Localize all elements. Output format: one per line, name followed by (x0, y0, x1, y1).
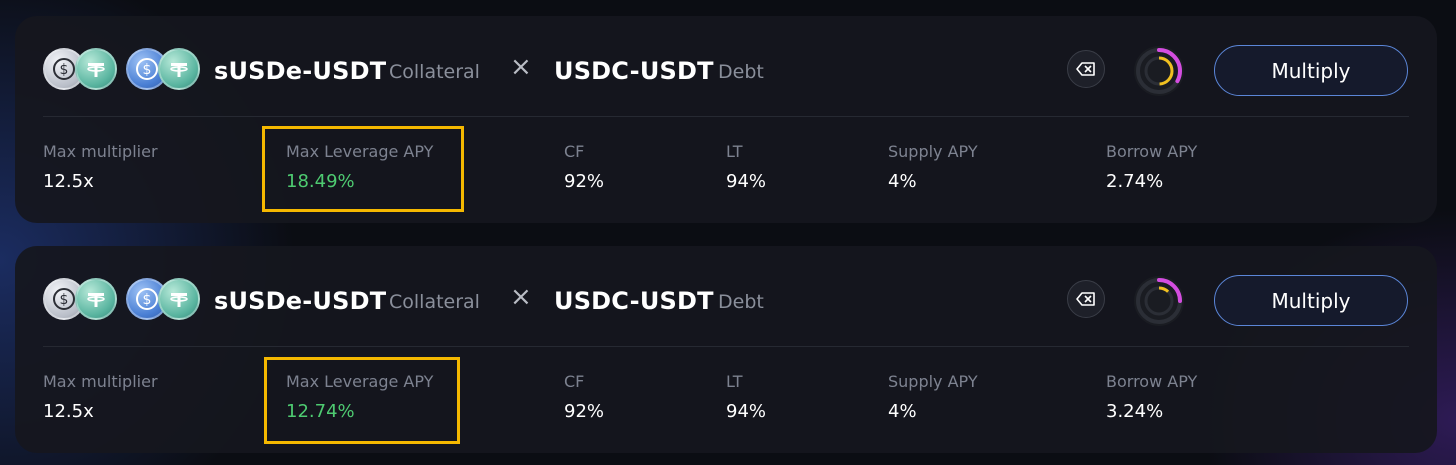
stat-label: Max Leverage APY (286, 372, 434, 391)
stat-value: 4% (888, 401, 917, 422)
stat-label: Borrow APY (1106, 372, 1198, 391)
collateral-token-icons: $ (43, 278, 117, 322)
stat-label: Supply APY (888, 372, 978, 391)
times-symbol: × (510, 52, 532, 82)
debt-token-icons: $ (126, 48, 200, 92)
utilization-gauge-icon (1134, 276, 1184, 326)
market-header: $ $ sUSDe-USDT Collateral × USDC-USDT De… (15, 246, 1437, 346)
stat-label: LT (726, 372, 743, 391)
collateral-pair-name: sUSDe-USDT (214, 287, 387, 315)
stat-label: Supply APY (888, 142, 978, 161)
times-symbol: × (510, 282, 532, 312)
market-card: $ $ sUSDe-USDT Collateral × USDC-USDT De… (15, 246, 1437, 453)
stat-label: CF (564, 372, 585, 391)
stat-value: 12.74% (286, 401, 355, 422)
debt-pair-name: USDC-USDT (554, 57, 714, 85)
stat-label: CF (564, 142, 585, 161)
stat-borrow-apy: Borrow APY 2.74% (1106, 142, 1197, 192)
stat-max-multiplier: Max multiplier 12.5x (43, 142, 158, 192)
stat-label: Max Leverage APY (286, 142, 434, 161)
stat-borrow-apy: Borrow APY 3.24% (1106, 372, 1197, 422)
debt-tag: Debt (718, 291, 764, 313)
erase-icon[interactable] (1067, 50, 1105, 88)
stat-value: 18.49% (286, 171, 355, 192)
usdt-coin-icon (75, 278, 117, 320)
stat-value: 92% (564, 171, 605, 192)
stat-value: 2.74% (1106, 171, 1164, 192)
collateral-token-icons: $ (43, 48, 117, 92)
stat-value: 12.5x (43, 171, 94, 192)
usdt-coin-icon (75, 48, 117, 90)
stat-lt: LT 94% (726, 372, 766, 422)
stat-max-leverage-apy: Max Leverage APY 18.49% (286, 142, 433, 192)
stat-max-multiplier: Max multiplier 12.5x (43, 372, 158, 422)
stat-label: Max multiplier (43, 372, 158, 391)
debt-token-icons: $ (126, 278, 200, 322)
debt-pair-name: USDC-USDT (554, 287, 714, 315)
stat-value: 12.5x (43, 401, 94, 422)
divider (43, 116, 1409, 117)
svg-text:$: $ (143, 292, 152, 308)
market-card: $ $ sUSDe-USDT Collateral × USDC-USDT De… (15, 16, 1437, 223)
collateral-tag: Collateral (389, 61, 480, 83)
svg-text:$: $ (60, 62, 69, 78)
stat-label: LT (726, 142, 743, 161)
stat-cf: CF 92% (564, 372, 604, 422)
collateral-pair-name: sUSDe-USDT (214, 57, 387, 85)
divider (43, 346, 1409, 347)
usdt-coin-icon (158, 48, 200, 90)
stat-lt: LT 94% (726, 142, 766, 192)
svg-text:$: $ (60, 292, 69, 308)
stat-max-leverage-apy: Max Leverage APY 12.74% (286, 372, 433, 422)
market-header: $ $ sUSDe-USDT Collateral × USDC-USDT De… (15, 16, 1437, 116)
stat-value: 92% (564, 401, 605, 422)
erase-icon[interactable] (1067, 280, 1105, 318)
stat-value: 94% (726, 171, 767, 192)
stat-supply-apy: Supply APY 4% (888, 142, 978, 192)
stat-label: Borrow APY (1106, 142, 1198, 161)
stat-value: 3.24% (1106, 401, 1164, 422)
stat-value: 94% (726, 401, 767, 422)
stat-cf: CF 92% (564, 142, 604, 192)
multiply-button[interactable]: Multiply (1214, 45, 1408, 96)
stat-supply-apy: Supply APY 4% (888, 372, 978, 422)
multiply-button[interactable]: Multiply (1214, 275, 1408, 326)
usdt-coin-icon (158, 278, 200, 320)
stat-value: 4% (888, 171, 917, 192)
collateral-tag: Collateral (389, 291, 480, 313)
svg-text:$: $ (143, 62, 152, 78)
utilization-gauge-icon (1134, 46, 1184, 96)
stat-label: Max multiplier (43, 142, 158, 161)
debt-tag: Debt (718, 61, 764, 83)
